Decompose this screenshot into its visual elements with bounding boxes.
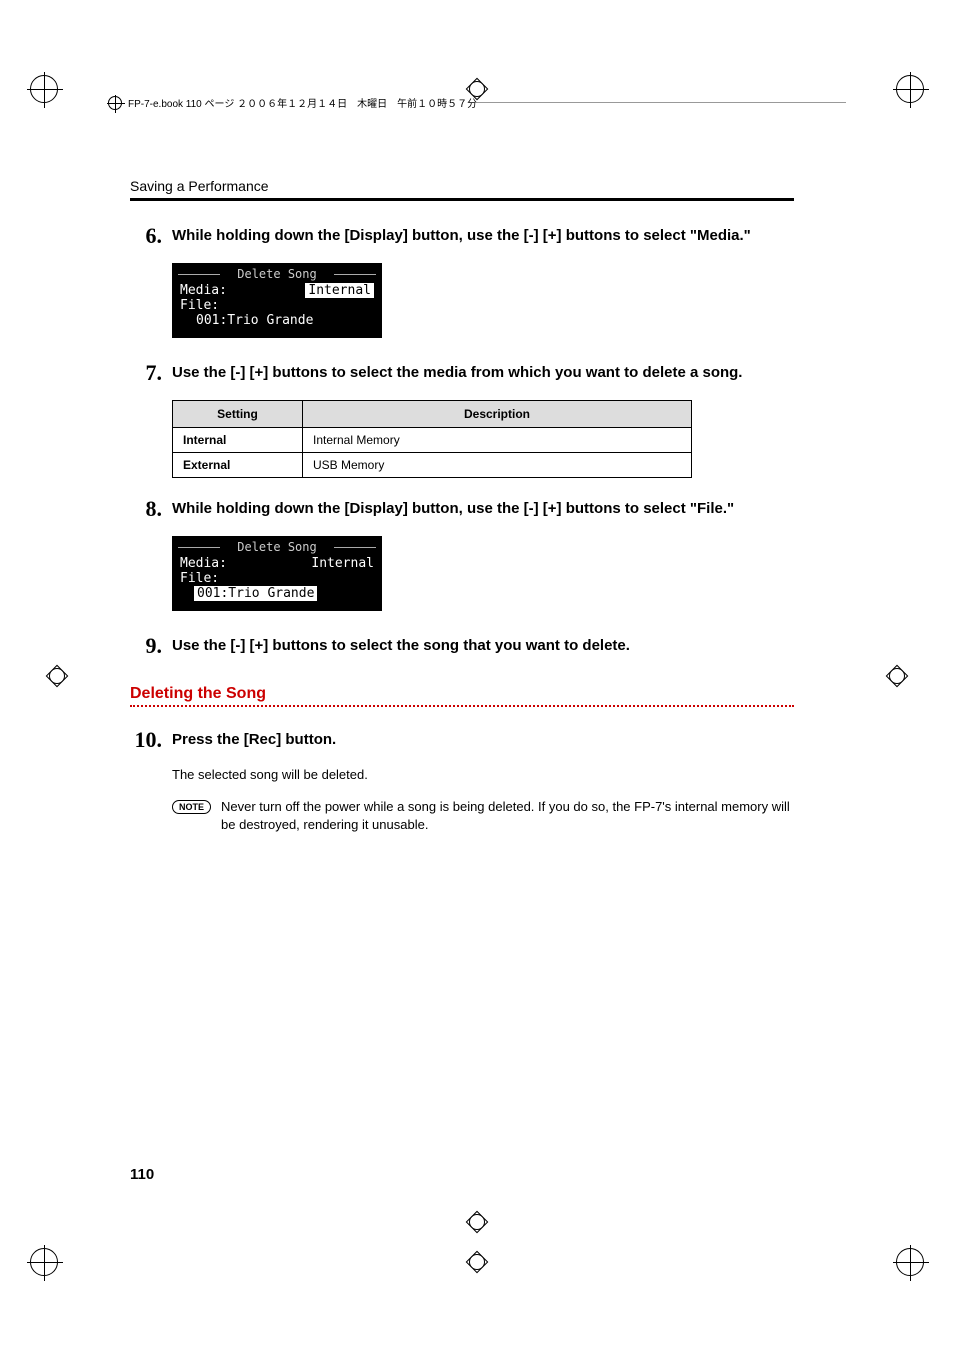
step-6: 6. While holding down the [Display] butt… [130,223,794,249]
step-text: While holding down the [Display] button,… [172,496,734,522]
header-meta-text: FP-7-e.book 110 ページ ２００６年１２月１４日 木曜日 午前１０… [128,95,477,110]
step-text: Use the [-] [+] buttons to select the me… [172,360,742,386]
step-description: The selected song will be deleted. [172,767,794,782]
content-area: Saving a Performance 6. While holding do… [130,178,794,834]
registration-mark-icon [30,1248,58,1276]
table-row: External USB Memory [173,453,692,478]
registration-mark-icon [48,667,66,685]
lcd-screen-1: Delete Song Media: Internal File: 001:Tr… [172,263,382,338]
note-badge: NOTE [172,800,211,814]
printer-marks-mid-right [888,667,906,685]
lcd-row: Media: Internal [176,556,378,571]
table-row: Internal Internal Memory [173,428,692,453]
bottom-registration-mark [468,1213,486,1231]
printer-marks-mid-left [48,667,66,685]
page-number: 110 [130,1166,154,1183]
table-cell-description: USB Memory [303,453,692,478]
step-number: 6. [130,223,172,249]
lcd-media-label: Media: [180,556,227,571]
step-number: 8. [130,496,172,522]
subsection-heading: Deleting the Song [130,685,794,703]
step-9: 9. Use the [-] [+] buttons to select the… [130,633,794,659]
page-container: FP-7-e.book 110 ページ ２００６年１２月１４日 木曜日 午前１０… [0,0,954,1351]
step-8: 8. While holding down the [Display] butt… [130,496,794,522]
registration-mark-icon [896,1248,924,1276]
lcd-file-label: File: [180,571,219,586]
lcd-file-label: File: [180,298,219,313]
printer-marks-bottom [30,1248,924,1276]
lcd-file-value: 001:Trio Grande [176,313,378,328]
lcd-media-value: Internal [311,556,374,571]
header-line [477,102,846,103]
header-meta-bar: FP-7-e.book 110 ページ ２００６年１２月１４日 木曜日 午前１０… [108,95,846,110]
note-text: Never turn off the power while a song is… [221,798,794,834]
lcd-media-label: Media: [180,283,227,298]
lcd-file-value-highlighted: 001:Trio Grande [176,586,378,601]
step-number: 10. [130,727,172,753]
step-text: Use the [-] [+] buttons to select the so… [172,633,630,659]
step-text: Press the [Rec] button. [172,727,336,753]
step-7: 7. Use the [-] [+] buttons to select the… [130,360,794,386]
table-header-row: Setting Description [173,401,692,428]
section-header: Saving a Performance [130,178,794,194]
table-header-setting: Setting [173,401,303,428]
registration-mark-icon [888,667,906,685]
settings-table: Setting Description Internal Internal Me… [172,400,692,478]
registration-mark-icon [896,75,924,103]
lcd-row: File: [176,298,378,313]
table-cell-description: Internal Memory [303,428,692,453]
step-text: While holding down the [Display] button,… [172,223,751,249]
registration-mark-icon [30,75,58,103]
table-cell-setting: Internal [173,428,303,453]
divider [130,198,794,201]
step-number: 7. [130,360,172,386]
lcd-row: File: [176,571,378,586]
step-10: 10. Press the [Rec] button. [130,727,794,753]
note-block: NOTE Never turn off the power while a so… [172,798,794,834]
step-number: 9. [130,633,172,659]
lcd-screen-2: Delete Song Media: Internal File: 001:Tr… [172,536,382,611]
dotted-divider [130,705,794,707]
lcd-title: Delete Song [176,540,378,554]
lcd-row: Media: Internal [176,283,378,298]
registration-mark-icon [468,1213,486,1231]
lcd-media-value: Internal [305,283,374,298]
lcd-title: Delete Song [176,267,378,281]
registration-mark-icon [468,1253,486,1271]
table-cell-setting: External [173,453,303,478]
registration-mark-icon [108,96,122,110]
table-header-description: Description [303,401,692,428]
